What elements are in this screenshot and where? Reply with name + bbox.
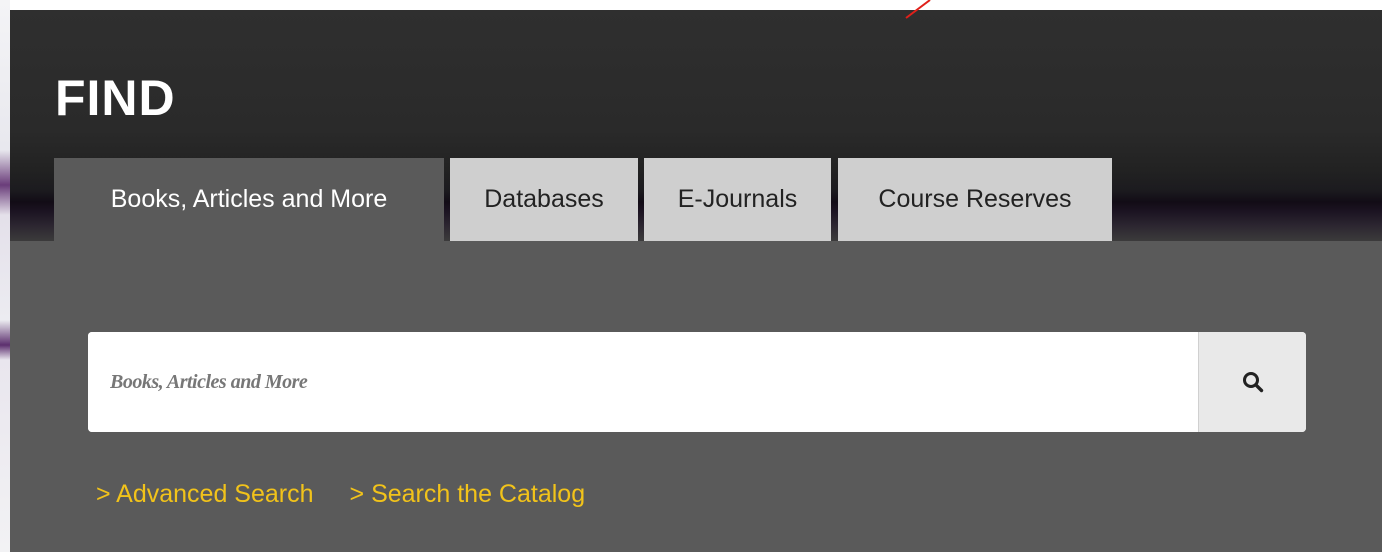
tab-e-journals[interactable]: E-Journals [644, 158, 831, 241]
top-margin [10, 0, 1382, 10]
tab-databases[interactable]: Databases [450, 158, 638, 241]
search-bar [88, 332, 1306, 432]
tab-books-articles-and-more[interactable]: Books, Articles and More [54, 158, 444, 241]
search-icon [1242, 372, 1263, 393]
search-links: > Advanced Search > Search the Catalog [96, 480, 585, 509]
annotation-stroke [905, 0, 931, 19]
advanced-search-link[interactable]: > Advanced Search [96, 480, 314, 509]
background-image-edge [0, 0, 10, 552]
search-input[interactable] [88, 332, 1198, 432]
search-catalog-link[interactable]: > Search the Catalog [350, 480, 586, 509]
tab-course-reserves[interactable]: Course Reserves [838, 158, 1112, 241]
find-panel: FIND Books, Articles and More Databases … [10, 10, 1382, 552]
page-title: FIND [55, 70, 176, 126]
search-button[interactable] [1198, 332, 1306, 432]
